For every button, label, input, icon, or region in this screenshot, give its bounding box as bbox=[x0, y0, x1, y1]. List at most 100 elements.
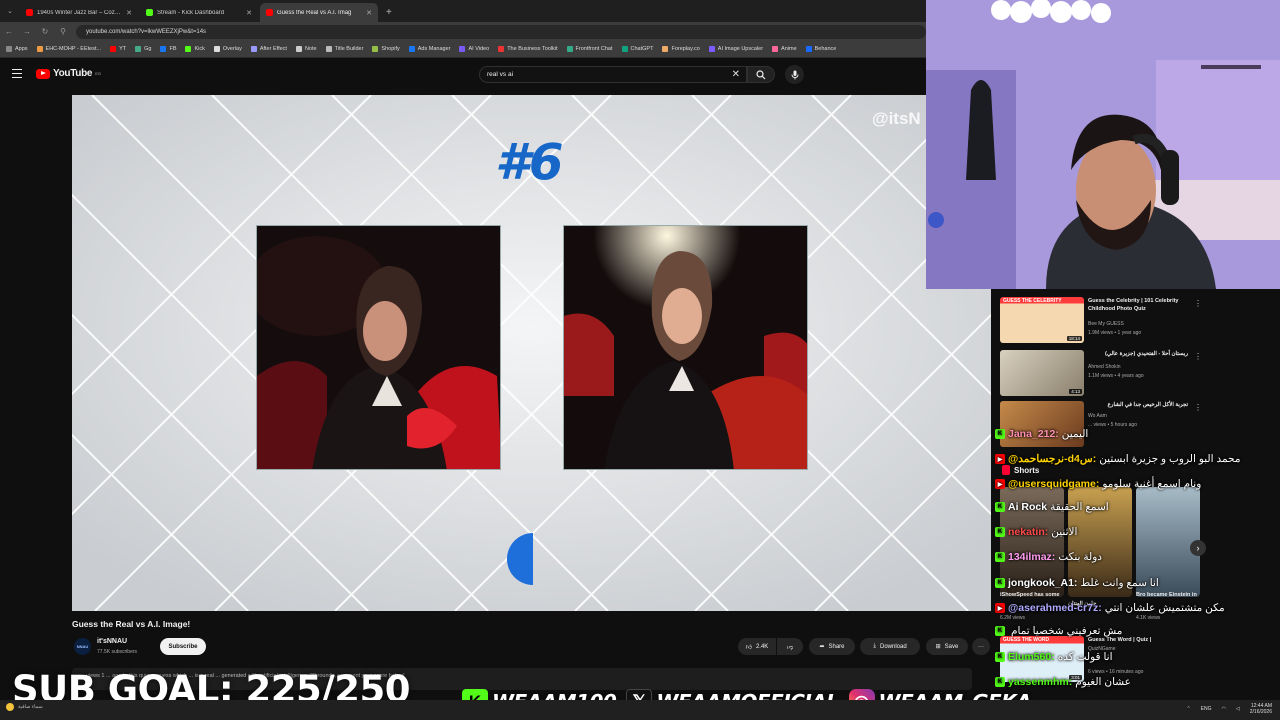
woman-in-cinema-right bbox=[564, 226, 807, 469]
bookmark-item[interactable]: Ads Manager bbox=[408, 46, 450, 52]
bookmark-item[interactable]: Apps bbox=[6, 46, 28, 52]
bookmark-favicon-icon bbox=[805, 46, 812, 52]
country-code: EG bbox=[95, 71, 101, 76]
bookmark-label: Foreplay.co bbox=[671, 46, 700, 52]
bookmark-item[interactable]: Shopify bbox=[372, 46, 400, 52]
voice-search-button[interactable] bbox=[785, 65, 804, 84]
bookmark-item[interactable]: Gg bbox=[135, 46, 151, 52]
browser-tab-3[interactable]: Guess the Real vs A.I. Imag ✕ bbox=[260, 3, 378, 22]
more-vertical-icon[interactable]: ⋮ bbox=[1194, 299, 1202, 308]
chat-username: nekatin: bbox=[1008, 526, 1049, 538]
recommendation-thumbnail: GUESS THE CELEBRITY 18:14 bbox=[1000, 297, 1084, 343]
bookmark-favicon-icon bbox=[110, 46, 117, 52]
channel-name[interactable]: it'sNNAU bbox=[97, 638, 127, 645]
subscribe-button[interactable]: Subscribe bbox=[160, 638, 206, 655]
clear-search-icon[interactable]: ✕ bbox=[732, 69, 740, 80]
chat-message: ▶ @usersquidgame: ونام اسمع أغنية سلومو bbox=[995, 478, 1280, 490]
url-field[interactable]: youtube.com/watch?v=lkwWEEZXjPw&t=14s bbox=[76, 24, 926, 39]
right-portrait-image[interactable] bbox=[563, 225, 808, 470]
chat-text: الاثنين bbox=[1051, 526, 1078, 538]
tab-search-icon[interactable]: ⌄ bbox=[0, 0, 20, 22]
bookmark-item[interactable]: FB bbox=[160, 46, 176, 52]
recommendation-2[interactable]: 4:13 ريستان أحلا - الفتحيدي (جزيرة عالي)… bbox=[1000, 350, 1208, 396]
bookmark-favicon-icon bbox=[662, 46, 669, 52]
bookmark-item[interactable]: Anime bbox=[772, 46, 797, 52]
save-button[interactable]: ⊞ Save bbox=[926, 638, 968, 655]
bookmark-item[interactable]: Frontfront Chat bbox=[566, 46, 613, 52]
bookmark-item[interactable]: AI Video bbox=[459, 46, 489, 52]
search-button[interactable] bbox=[747, 66, 775, 83]
bookmark-item[interactable]: Note bbox=[295, 46, 317, 52]
bookmark-item[interactable]: AI Image Upscaler bbox=[708, 46, 763, 52]
channel-avatar[interactable]: NNAU bbox=[74, 638, 91, 655]
site-info-icon[interactable]: ⚲ bbox=[58, 27, 68, 36]
bookmark-item[interactable]: Behance bbox=[805, 46, 837, 52]
windows-taskbar: سماء صافية ⌃ ENG ◠ ◁ 12:44 AM 2/16/2026 bbox=[0, 700, 1280, 720]
chat-message: K Ai Rock اسمع الحقيقة bbox=[995, 501, 1280, 513]
bookmark-item[interactable]: ChatGPT bbox=[621, 46, 653, 52]
more-vertical-icon[interactable]: ⋮ bbox=[1194, 352, 1202, 361]
chat-username: Ai Rock bbox=[1008, 501, 1048, 513]
close-tab-icon[interactable]: ✕ bbox=[366, 9, 372, 17]
like-button[interactable]: 👍︎ 2.4K bbox=[738, 638, 776, 655]
browser-tab-1[interactable]: 1940s Winter Jazz Bar – Cozy V ✕ bbox=[20, 3, 138, 22]
kick-badge-icon: K bbox=[995, 502, 1005, 512]
reload-icon[interactable]: ↻ bbox=[40, 27, 50, 36]
save-icon: ⊞ bbox=[935, 644, 941, 650]
chat-text: مش تعرفيني شخصيا تمام bbox=[1011, 625, 1123, 637]
speaker-icon[interactable]: ◁ bbox=[1236, 706, 1240, 712]
bookmark-item[interactable]: EHC-MOHP - EEtest... bbox=[36, 46, 102, 52]
close-tab-icon[interactable]: ✕ bbox=[126, 9, 132, 17]
bookmark-item[interactable]: YT bbox=[110, 46, 126, 52]
youtube-header: YouTube EG real vs ai ✕ bbox=[0, 58, 990, 92]
new-tab-button[interactable]: + bbox=[380, 3, 398, 22]
more-vertical-icon[interactable]: ⋮ bbox=[1194, 403, 1202, 412]
hamburger-menu-icon[interactable] bbox=[12, 69, 22, 78]
bookmark-item[interactable]: Kick bbox=[185, 46, 205, 52]
weather-widget[interactable]: سماء صافية bbox=[6, 703, 43, 711]
screen-root: { "browser": { "tabs": [ {"title": "1940… bbox=[0, 0, 1280, 720]
wifi-icon[interactable]: ◠ bbox=[1222, 706, 1226, 712]
left-portrait-image[interactable] bbox=[256, 225, 501, 470]
subscriber-count: 77.5K subscribers bbox=[97, 649, 138, 655]
bookmark-item[interactable]: The Business Toolkit bbox=[498, 46, 558, 52]
chat-message: K 134ilmaz: دولة بنكت bbox=[995, 551, 1280, 563]
dislike-button[interactable]: 👎︎ bbox=[777, 638, 803, 655]
round-number: #6 bbox=[495, 133, 564, 191]
forward-arrow-icon[interactable]: → bbox=[22, 27, 32, 36]
download-button[interactable]: ⤓ Download bbox=[860, 638, 920, 655]
bookmark-label: EHC-MOHP - EEtest... bbox=[45, 46, 102, 52]
chat-message: Knekatin: الاثنين bbox=[995, 526, 1280, 538]
language-indicator[interactable]: ENG bbox=[1201, 706, 1212, 712]
save-label: Save bbox=[944, 643, 959, 650]
tray-up-icon[interactable]: ⌃ bbox=[1186, 706, 1190, 712]
bookmark-favicon-icon bbox=[325, 46, 332, 52]
youtube-favicon-icon bbox=[266, 9, 273, 16]
bookmark-favicon-icon bbox=[6, 46, 12, 52]
kick-favicon-icon bbox=[146, 9, 153, 16]
youtube-logo[interactable]: YouTube EG bbox=[36, 68, 101, 79]
back-arrow-icon[interactable]: ← bbox=[4, 27, 14, 36]
share-button[interactable]: ➦ Share bbox=[809, 638, 855, 655]
video-player[interactable]: @itsN #6 bbox=[72, 95, 991, 611]
bookmark-label: Behance bbox=[814, 46, 837, 52]
bookmark-favicon-icon bbox=[295, 46, 302, 52]
recommendation-channel: Bee My GUESS bbox=[1088, 321, 1124, 327]
bookmark-item[interactable]: After Effect bbox=[250, 46, 287, 52]
youtube-badge-icon: ▶ bbox=[995, 603, 1005, 613]
system-tray: ⌃ ENG ◠ ◁ 12:44 AM 2/16/2026 bbox=[1186, 703, 1272, 715]
bookmark-label: AI Video bbox=[468, 46, 490, 52]
recommendation-1[interactable]: GUESS THE CELEBRITY 18:14 Guess the Cele… bbox=[1000, 297, 1208, 343]
bookmark-item[interactable]: Title Builder bbox=[325, 46, 364, 52]
browser-tab-2[interactable]: Stream - Kick Dashboard ✕ bbox=[140, 3, 258, 22]
close-tab-icon[interactable]: ✕ bbox=[246, 9, 252, 17]
chat-overlay: K Jana_212: اليمين ▶ @نرجساحمد-d4س: محمد البو… bbox=[995, 425, 1280, 700]
bookmark-item[interactable]: Foreplay.co bbox=[662, 46, 700, 52]
bookmark-item[interactable]: Overlay bbox=[213, 46, 242, 52]
chat-message: ▶ @aserahmed-cr7z: مكن متشتميش علشان انتي bbox=[995, 602, 1280, 614]
more-actions-button[interactable]: ··· bbox=[972, 638, 990, 655]
streamer-camera-scene bbox=[926, 0, 1280, 289]
bookmark-label: Title Builder bbox=[334, 46, 364, 52]
clock[interactable]: 12:44 AM 2/16/2026 bbox=[1250, 703, 1272, 715]
search-input[interactable]: real vs ai ✕ bbox=[479, 66, 747, 83]
